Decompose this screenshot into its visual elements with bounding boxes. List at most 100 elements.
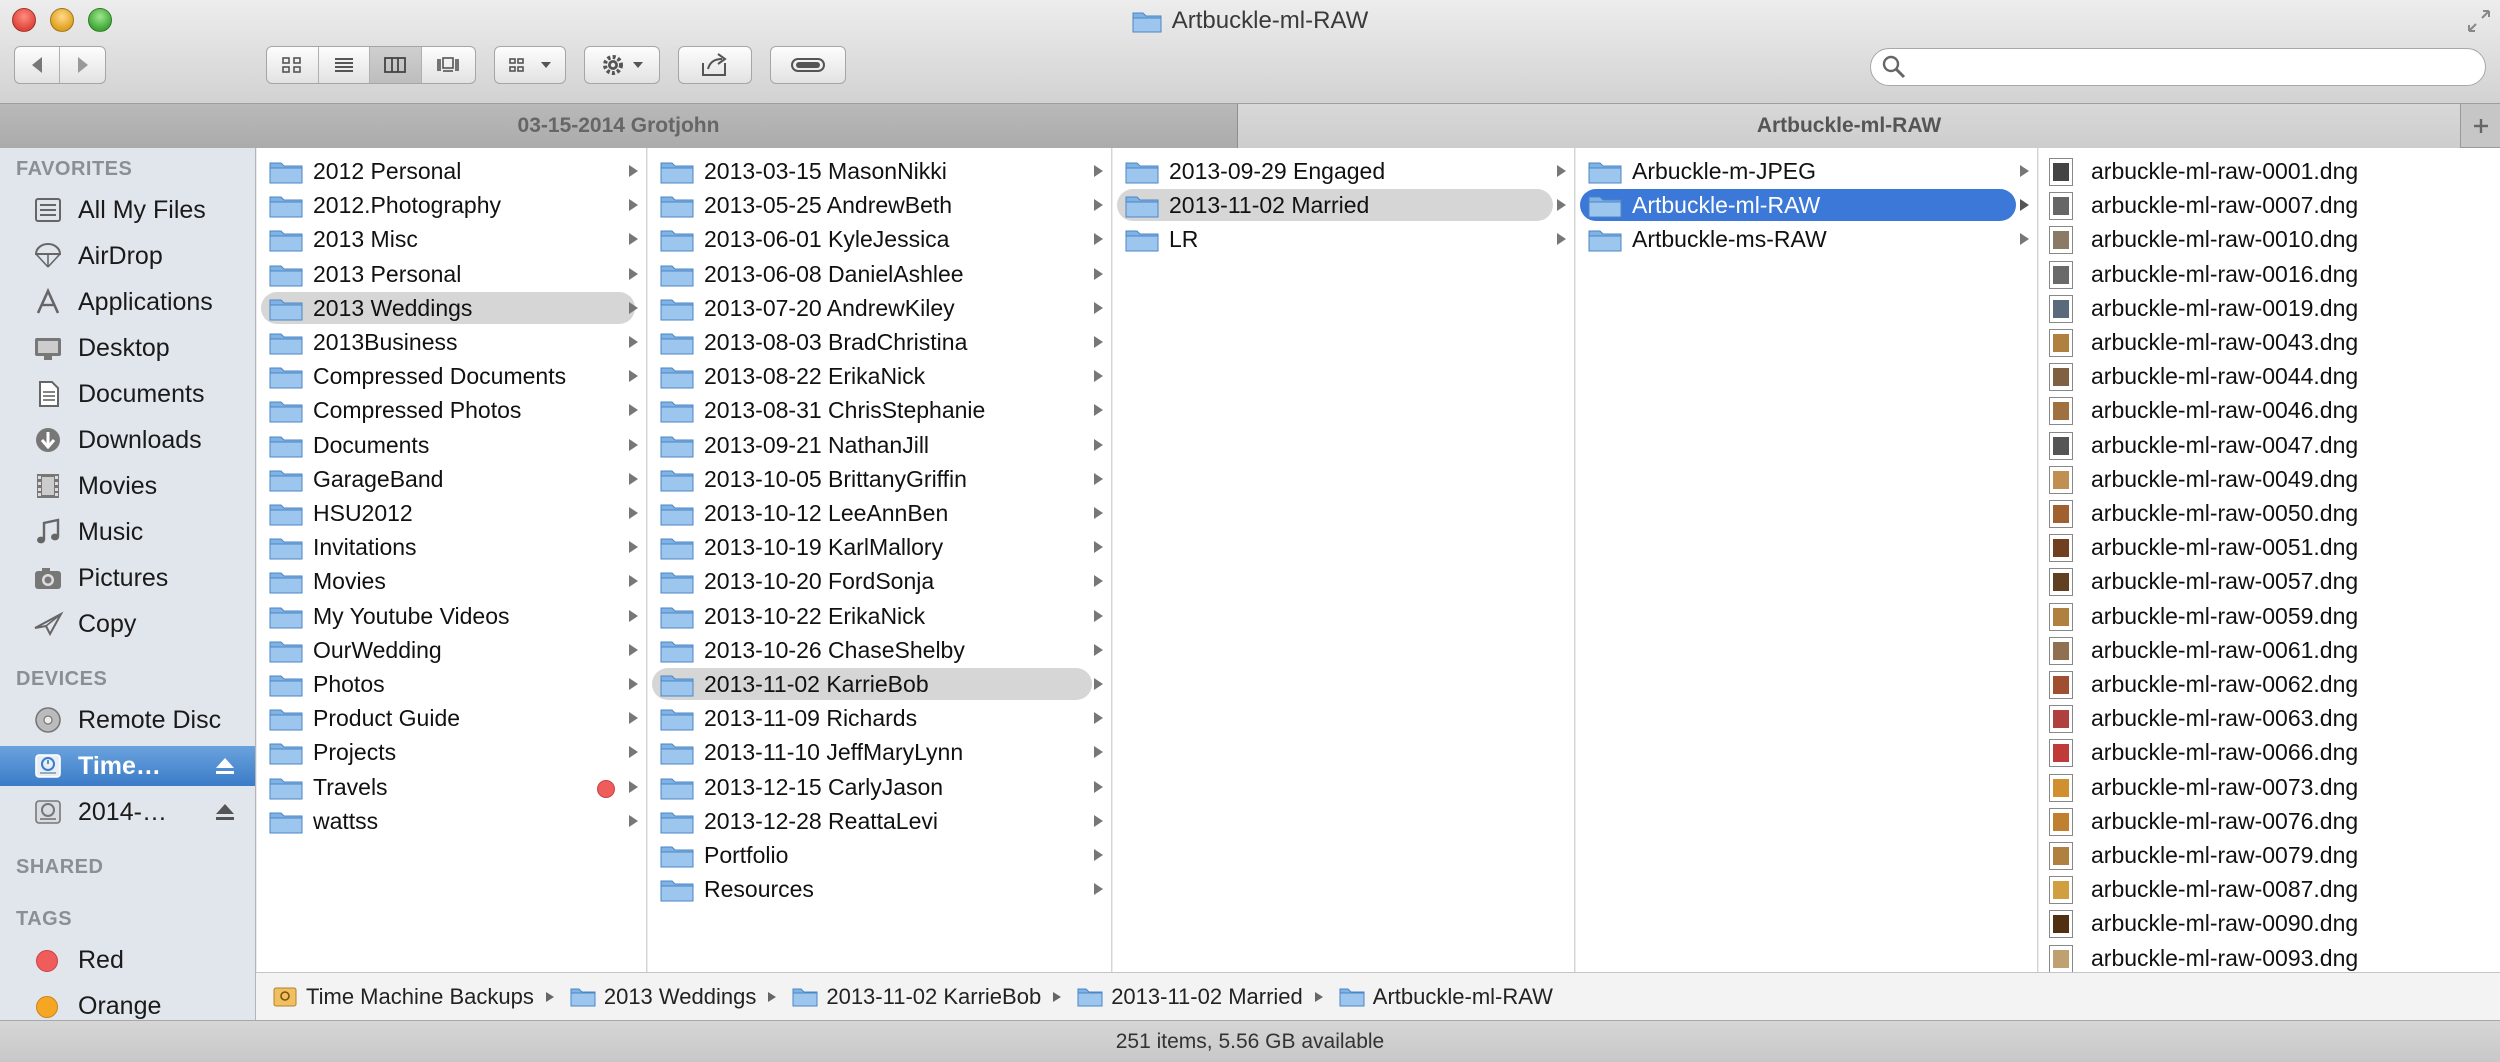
- browser-column-4[interactable]: Arbuckle-m-JPEG Artbuckle-ml-RAW Artbuckle…: [1576, 148, 2038, 972]
- file-row[interactable]: arbuckle-ml-raw-0079.dng: [2039, 838, 2500, 872]
- tags-button[interactable]: [770, 46, 846, 84]
- file-row[interactable]: arbuckle-ml-raw-0057.dng: [2039, 564, 2500, 598]
- file-row[interactable]: arbuckle-ml-raw-0047.dng: [2039, 428, 2500, 462]
- share-button[interactable]: [678, 46, 752, 84]
- folder-row[interactable]: Artbuckle-ms-RAW: [1576, 222, 2037, 256]
- folder-row[interactable]: 2013-08-03 BradChristina: [648, 325, 1111, 359]
- file-row[interactable]: arbuckle-ml-raw-0066.dng: [2039, 735, 2500, 769]
- sidebar-item-music[interactable]: Music: [0, 512, 255, 552]
- folder-row[interactable]: 2013-11-09 Richards: [648, 701, 1111, 735]
- folder-row[interactable]: Resources: [648, 872, 1111, 906]
- file-row[interactable]: arbuckle-ml-raw-0076.dng: [2039, 804, 2500, 838]
- sidebar-item-drive-2014[interactable]: 2014-…: [0, 792, 255, 832]
- folder-row[interactable]: wattss: [257, 804, 646, 838]
- fullscreen-icon[interactable]: [2466, 8, 2492, 34]
- sidebar-item-desktop[interactable]: Desktop: [0, 328, 255, 368]
- sidebar-item-remote-disc[interactable]: Remote Disc: [0, 700, 255, 740]
- file-row[interactable]: arbuckle-ml-raw-0063.dng: [2039, 701, 2500, 735]
- folder-row[interactable]: 2013-10-20 FordSonja: [648, 564, 1111, 598]
- eject-icon[interactable]: [214, 802, 236, 822]
- sidebar-item-copy[interactable]: Copy: [0, 604, 255, 644]
- folder-row[interactable]: 2013-10-05 BrittanyGriffin: [648, 462, 1111, 496]
- file-row[interactable]: arbuckle-ml-raw-0046.dng: [2039, 393, 2500, 427]
- icon-view-button[interactable]: [267, 47, 319, 83]
- folder-row[interactable]: Travels: [257, 770, 646, 804]
- folder-row[interactable]: 2013Business: [257, 325, 646, 359]
- folder-row[interactable]: Movies: [257, 564, 646, 598]
- folder-row[interactable]: 2013-10-26 ChaseShelby: [648, 633, 1111, 667]
- file-row[interactable]: arbuckle-ml-raw-0043.dng: [2039, 325, 2500, 359]
- folder-row[interactable]: 2013-10-22 ErikaNick: [648, 599, 1111, 633]
- folder-row[interactable]: 2013-10-12 LeeAnnBen: [648, 496, 1111, 530]
- folder-row[interactable]: 2013-11-02 KarrieBob: [648, 667, 1111, 701]
- new-tab-button[interactable]: [2460, 104, 2500, 148]
- folder-row[interactable]: Portfolio: [648, 838, 1111, 872]
- folder-row[interactable]: 2012 Personal: [257, 154, 646, 188]
- file-row[interactable]: arbuckle-ml-raw-0093.dng: [2039, 941, 2500, 972]
- browser-column-3[interactable]: 2013-09-29 Engaged 2013-11-02 Married LR: [1113, 148, 1575, 972]
- folder-row[interactable]: 2013-08-22 ErikaNick: [648, 359, 1111, 393]
- sidebar-item-pictures[interactable]: Pictures: [0, 558, 255, 598]
- file-row[interactable]: arbuckle-ml-raw-0019.dng: [2039, 291, 2500, 325]
- folder-row[interactable]: Product Guide: [257, 701, 646, 735]
- folder-row[interactable]: 2013-05-25 AndrewBeth: [648, 188, 1111, 222]
- tab-artbuckle-ml-raw[interactable]: Artbuckle-ml-RAW: [1238, 104, 2460, 148]
- browser-column-1[interactable]: 2012 Personal 2012.Photography 2013 Misc 20…: [257, 148, 647, 972]
- arrange-button[interactable]: [494, 46, 566, 84]
- folder-row[interactable]: 2013-10-19 KarlMallory: [648, 530, 1111, 564]
- path-segment[interactable]: Artbuckle-ml-RAW: [1339, 984, 1553, 1010]
- folder-row[interactable]: Compressed Photos: [257, 393, 646, 427]
- file-row[interactable]: arbuckle-ml-raw-0044.dng: [2039, 359, 2500, 393]
- tab-grotjohn[interactable]: 03-15-2014 Grotjohn: [0, 104, 1238, 148]
- browser-column-2[interactable]: 2013-03-15 MasonNikki 2013-05-25 AndrewBe…: [648, 148, 1112, 972]
- folder-row[interactable]: Artbuckle-ml-RAW: [1576, 188, 2037, 222]
- folder-row[interactable]: 2013-11-10 JeffMaryLynn: [648, 735, 1111, 769]
- folder-row[interactable]: 2012.Photography: [257, 188, 646, 222]
- file-row[interactable]: arbuckle-ml-raw-0010.dng: [2039, 222, 2500, 256]
- file-row[interactable]: arbuckle-ml-raw-0050.dng: [2039, 496, 2500, 530]
- coverflow-view-button[interactable]: [422, 47, 475, 83]
- path-segment[interactable]: Time Machine Backups: [272, 984, 534, 1010]
- file-row[interactable]: arbuckle-ml-raw-0087.dng: [2039, 872, 2500, 906]
- folder-row[interactable]: 2013-07-20 AndrewKiley: [648, 291, 1111, 325]
- sidebar-item-all-my-files[interactable]: All My Files: [0, 190, 255, 230]
- sidebar-tag-red[interactable]: Red: [0, 940, 255, 980]
- folder-row[interactable]: 2013-06-01 KyleJessica: [648, 222, 1111, 256]
- folder-row[interactable]: 2013-08-31 ChrisStephanie: [648, 393, 1111, 427]
- folder-row[interactable]: GarageBand: [257, 462, 646, 496]
- folder-row[interactable]: 2013-12-15 CarlyJason: [648, 770, 1111, 804]
- folder-row[interactable]: 2013 Weddings: [257, 291, 646, 325]
- folder-row[interactable]: My Youtube Videos: [257, 599, 646, 633]
- file-row[interactable]: arbuckle-ml-raw-0062.dng: [2039, 667, 2500, 701]
- sidebar-item-downloads[interactable]: Downloads: [0, 420, 255, 460]
- folder-row[interactable]: 2013-03-15 MasonNikki: [648, 154, 1111, 188]
- file-row[interactable]: arbuckle-ml-raw-0073.dng: [2039, 770, 2500, 804]
- path-segment[interactable]: 2013 Weddings: [570, 984, 756, 1010]
- folder-row[interactable]: Photos: [257, 667, 646, 701]
- file-row[interactable]: arbuckle-ml-raw-0090.dng: [2039, 906, 2500, 940]
- sidebar-item-documents[interactable]: Documents: [0, 374, 255, 414]
- file-row[interactable]: arbuckle-ml-raw-0059.dng: [2039, 599, 2500, 633]
- folder-row[interactable]: 2013-09-29 Engaged: [1113, 154, 1574, 188]
- folder-row[interactable]: OurWedding: [257, 633, 646, 667]
- browser-column-5[interactable]: arbuckle-ml-raw-0001.dng arbuckle-ml-raw-…: [2039, 148, 2500, 972]
- folder-row[interactable]: Arbuckle-m-JPEG: [1576, 154, 2037, 188]
- folder-row[interactable]: Compressed Documents: [257, 359, 646, 393]
- folder-row[interactable]: 2013-06-08 DanielAshlee: [648, 257, 1111, 291]
- folder-row[interactable]: 2013-12-28 ReattaLevi: [648, 804, 1111, 838]
- folder-row[interactable]: Invitations: [257, 530, 646, 564]
- search-field[interactable]: [1870, 48, 2486, 86]
- file-row[interactable]: arbuckle-ml-raw-0051.dng: [2039, 530, 2500, 564]
- folder-row[interactable]: 2013 Personal: [257, 257, 646, 291]
- file-row[interactable]: arbuckle-ml-raw-0016.dng: [2039, 257, 2500, 291]
- list-view-button[interactable]: [319, 47, 370, 83]
- folder-row[interactable]: 2013 Misc: [257, 222, 646, 256]
- column-view-button[interactable]: [370, 47, 422, 83]
- file-row[interactable]: arbuckle-ml-raw-0061.dng: [2039, 633, 2500, 667]
- file-row[interactable]: arbuckle-ml-raw-0007.dng: [2039, 188, 2500, 222]
- sidebar-item-applications[interactable]: Applications: [0, 282, 255, 322]
- eject-icon[interactable]: [214, 756, 236, 776]
- sidebar-item-movies[interactable]: Movies: [0, 466, 255, 506]
- search-input[interactable]: [1913, 55, 2473, 81]
- path-segment[interactable]: 2013-11-02 KarrieBob: [792, 984, 1041, 1010]
